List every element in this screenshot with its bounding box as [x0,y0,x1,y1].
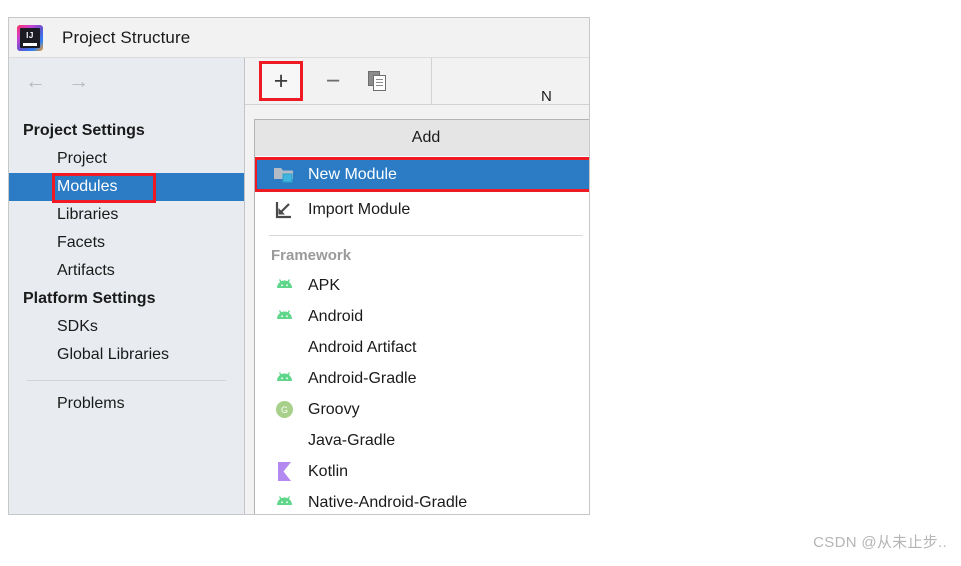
sidebar-item-problems[interactable]: Problems [9,390,244,418]
menu-item-label: Native-Android-Gradle [308,493,468,511]
no-icon-placeholder [273,337,295,359]
copy-module-button[interactable] [363,67,391,95]
intellij-logo-text: IJ [26,31,34,40]
menu-item-kotlin[interactable]: Kotlin [255,456,589,487]
sidebar-divider [27,380,226,381]
menu-item-native-android-gradle[interactable]: Native-Android-Gradle [255,487,589,514]
arrow-right-icon[interactable]: → [68,71,89,92]
csdn-watermark: CSDN @从未止步.. [813,534,947,551]
module-name-label: N [541,88,552,105]
android-icon [273,306,295,328]
arrow-left-icon[interactable]: ← [25,71,46,92]
sidebar-item-label: Problems [57,395,125,412]
android-icon [273,368,295,390]
menu-item-groovy[interactable]: G Groovy [255,394,589,425]
sidebar-item-label: Global Libraries [57,346,170,363]
menu-item-android-artifact[interactable]: Android Artifact [255,332,589,363]
menu-item-java-gradle[interactable]: Java-Gradle [255,425,589,456]
add-module-button[interactable]: + [259,61,303,101]
sidebar-group-project-settings: Project Settings [23,122,145,139]
remove-module-button[interactable]: − [319,67,347,95]
no-icon-placeholder [273,430,295,452]
android-icon [273,492,295,514]
kotlin-icon [273,461,295,483]
menu-item-label: Kotlin [308,462,349,480]
sidebar-item-label: Artifacts [57,262,115,279]
sidebar-item-project[interactable]: Project [9,145,244,173]
sidebar-item-global-libraries[interactable]: Global Libraries [9,341,244,369]
import-module-icon [273,199,295,221]
new-module-folder-icon [273,164,295,186]
sidebar-nav-bar: ← → [9,58,244,106]
dialog-title: Project Structure [62,27,191,47]
menu-item-android[interactable]: Android [255,301,589,332]
menu-item-label: Groovy [308,400,360,418]
menu-item-label: Import Module [308,200,411,218]
menu-item-label: APK [308,276,341,294]
menu-item-new-module[interactable]: New Module [255,157,589,192]
menu-item-label: Android [308,307,364,325]
sidebar-item-label: Modules [57,178,118,195]
settings-tree: Project Settings Project Modules Librari… [9,106,244,514]
sidebar-item-label: Project [57,150,107,167]
popup-header-add: Add [255,120,589,157]
sidebar-item-label: Libraries [57,206,119,223]
project-structure-dialog: IJ Project Structure ← → Project Setting… [8,17,590,515]
menu-item-label: Android Artifact [308,338,417,356]
sidebar-item-modules[interactable]: Modules [9,173,244,203]
sidebar-item-label: SDKs [57,318,98,335]
menu-item-label: Java-Gradle [308,431,396,449]
menu-item-apk[interactable]: APK [255,270,589,301]
minus-icon: − [325,66,341,95]
menu-item-android-gradle[interactable]: Android-Gradle [255,363,589,394]
modules-toolbar: + − [245,58,589,105]
intellij-idea-icon: IJ [17,24,43,51]
add-popup-menu: Add New Module Import Module Framework A… [254,119,589,514]
sidebar-item-label: Facets [57,234,106,251]
menu-item-label: New Module [308,165,397,183]
sidebar-item-libraries[interactable]: Libraries [9,201,244,229]
sidebar-item-sdks[interactable]: SDKs [9,313,244,341]
sidebar-item-artifacts[interactable]: Artifacts [9,257,244,285]
sidebar-group-platform-settings: Platform Settings [23,290,156,307]
svg-text:G: G [280,405,287,415]
popup-group-framework: Framework [271,247,352,264]
copy-icon [367,71,386,91]
dialog-titlebar: IJ Project Structure [9,18,589,58]
settings-sidebar: ← → Project Settings Project Modules Lib… [9,58,245,514]
menu-item-label: Android-Gradle [308,369,417,387]
sidebar-item-facets[interactable]: Facets [9,229,244,257]
new-module-red-highlight-box [255,157,589,192]
plus-icon: + [273,66,289,95]
groovy-icon: G [273,399,295,421]
android-icon [273,275,295,297]
menu-item-import-module[interactable]: Import Module [255,192,589,227]
toolbar-divider [431,58,432,104]
intellij-logo-bar [23,42,37,46]
